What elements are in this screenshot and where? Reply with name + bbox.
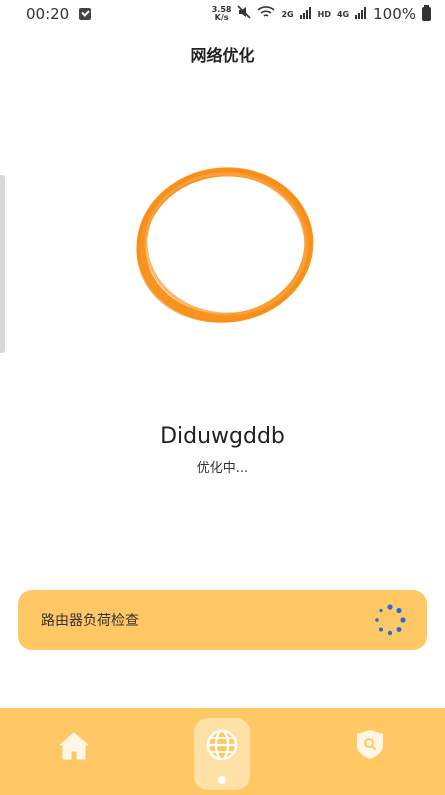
bottom-nav [0,708,445,795]
progress-ring-icon [136,167,314,323]
status-bar: 00:20 3.58 K/s 2G HD 4G 100% [0,0,445,28]
battery-percent: 100% [373,5,416,23]
device-name: Diduwgddb [160,424,285,449]
wifi-icon [257,5,276,23]
task-label: 路由器负荷检查 [41,613,139,629]
nav-optimize-tab[interactable] [194,718,250,790]
net-speed-unit: K/s [214,13,229,22]
mute-icon [237,5,252,23]
page-title: 网络优化 [190,46,255,65]
shield-search-icon[interactable] [352,726,388,762]
notification-check-icon [79,8,92,20]
signal-2g-icon [299,5,312,23]
net-speed: 3.58 K/s [212,6,232,22]
globe-icon [206,729,238,761]
hd-label: HD [317,9,331,19]
battery-icon [422,5,431,21]
side-drawer-handle[interactable] [0,175,5,353]
optimization-status: 优化中... [196,461,249,476]
signal-4g-icon [355,5,367,23]
router-load-check-card[interactable]: 路由器负荷检查 [18,590,427,650]
signal-4g-label: 4G [336,9,350,19]
home-icon[interactable] [56,728,92,764]
loading-spinner-icon [375,604,406,636]
signal-2g-label: 2G [281,9,294,19]
active-indicator-dot [218,776,226,784]
status-time: 00:20 [26,5,70,23]
